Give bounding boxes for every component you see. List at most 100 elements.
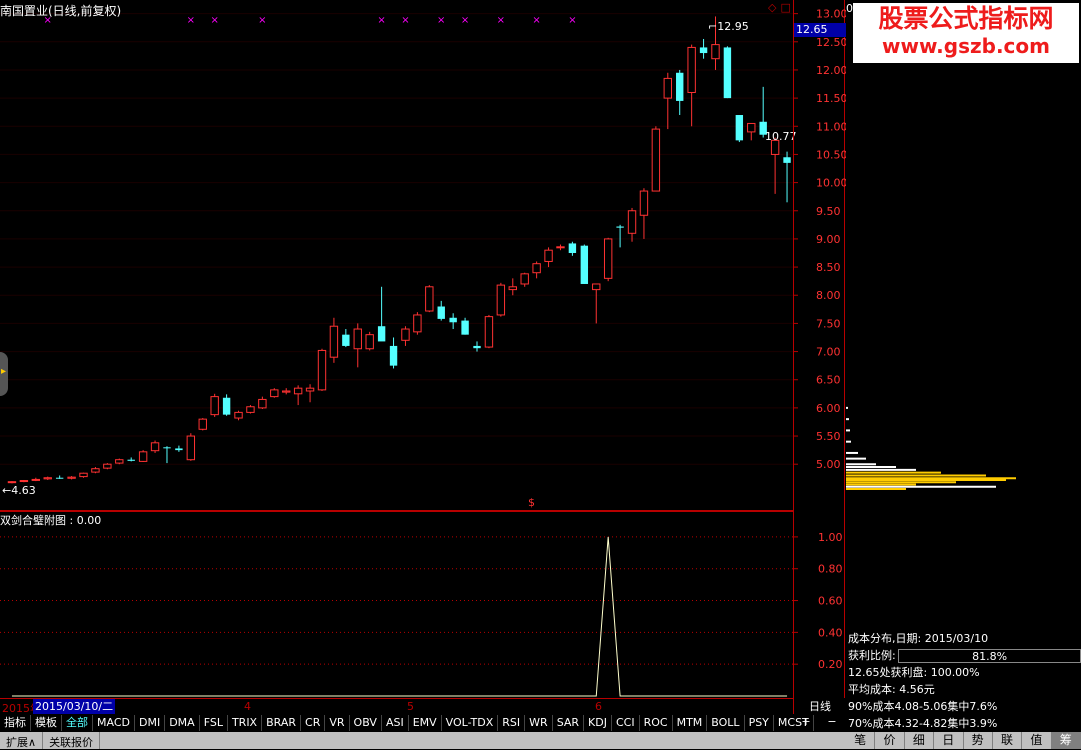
candle-5 — [67, 476, 76, 480]
right-price-annotation: 10.77 — [765, 130, 797, 143]
candle-7 — [91, 467, 100, 474]
cost-panel-tab-7[interactable]: 筹 — [1051, 732, 1081, 749]
related-quote-button[interactable]: 关联报价 — [43, 732, 101, 749]
candle-body-2 — [31, 478, 41, 481]
candle-body-15 — [186, 435, 196, 461]
indicator-tab-15[interactable]: RSI — [498, 715, 526, 731]
candle-body-44 — [532, 263, 541, 274]
candle-48 — [580, 244, 589, 284]
candle-body-31 — [377, 326, 386, 342]
candle-32 — [389, 337, 398, 369]
candle-body-51 — [616, 226, 624, 228]
price-axis-label-11: 7.50 — [816, 317, 841, 330]
indicator-tab-7[interactable]: TRIX — [228, 715, 263, 731]
candle-body-33 — [401, 328, 410, 341]
signal-x-marker-6: × — [437, 15, 445, 26]
indicator-tab-5[interactable]: DMA — [165, 715, 200, 731]
candle-body-36 — [437, 306, 445, 319]
period-label[interactable]: 日线 — [809, 700, 831, 713]
candle-body-17 — [210, 396, 219, 416]
indicator-tab-21[interactable]: MTM — [673, 715, 708, 731]
indicator-tab-0[interactable]: 指标 — [0, 715, 31, 731]
indicator-tab-16[interactable]: WR — [525, 715, 553, 731]
candles — [7, 16, 791, 484]
candle-body-19 — [234, 411, 243, 419]
indicator-tab-23[interactable]: PSY — [745, 715, 774, 731]
price-axis-label-1: 12.50 — [816, 36, 846, 49]
candle-body-46 — [556, 246, 565, 249]
indicator-tab-20[interactable]: ROC — [640, 715, 673, 731]
indicator-tab-1[interactable]: 模板 — [31, 715, 62, 731]
cost-distribution-panel[interactable] — [846, 0, 1081, 511]
indicator-tab-2[interactable]: 全部 — [62, 715, 93, 731]
indicator-title: 双剑合璧附图 : 0.00 — [0, 514, 102, 527]
cost-panel-tab-0[interactable]: 笔 — [846, 732, 876, 749]
candle-36 — [437, 300, 445, 321]
indicator-tab-11[interactable]: OBV — [350, 715, 382, 731]
indicator-tab-17[interactable]: SAR — [553, 715, 585, 731]
left-scroll-handle[interactable]: ▸ — [0, 352, 8, 396]
candle-body-28 — [342, 334, 350, 346]
main-chart[interactable]: × × × × × × × × × × × — [0, 0, 793, 511]
cost-panel-tab-1[interactable]: 价 — [875, 732, 905, 749]
price-axis-label-5: 10.50 — [816, 148, 846, 161]
price-axis-label-10: 8.00 — [816, 289, 841, 302]
candle-body-1 — [19, 480, 29, 483]
candle-22 — [270, 388, 279, 398]
low-marker-icon: ← — [2, 484, 12, 497]
low-price-annotation: ←4.63 — [2, 484, 36, 497]
indicator-tab-18[interactable]: KDJ — [584, 715, 612, 731]
cost-panel-tab-3[interactable]: 日 — [934, 732, 964, 749]
diamond-icon[interactable]: ◇ — [768, 1, 776, 14]
candle-body-59 — [711, 44, 720, 60]
cost-panel-tab-2[interactable]: 细 — [905, 732, 935, 749]
expand-button[interactable]: 扩展∧ — [0, 732, 44, 749]
zoom-out-button[interactable]: − — [827, 715, 836, 731]
candle-15 — [186, 433, 196, 461]
indicator-tab-19[interactable]: CCI — [612, 715, 640, 731]
square-icon[interactable]: □ — [780, 1, 790, 14]
indicator-tab-14[interactable]: VOL-TDX — [442, 715, 499, 731]
candle-body-38 — [461, 320, 469, 335]
indicator-tab-10[interactable]: VR — [325, 715, 350, 731]
indicator-tab-13[interactable]: EMV — [409, 715, 442, 731]
candle-53 — [639, 188, 649, 239]
cost-70-range: 70%成本4.32-4.82集中3.9% — [848, 717, 998, 730]
candle-body-58 — [699, 47, 708, 54]
candle-body-53 — [639, 190, 649, 216]
candle-body-32 — [389, 345, 398, 366]
indicator-axis-label-2: 0.60 — [818, 595, 843, 608]
zoom-in-button[interactable]: + — [801, 715, 810, 731]
indicator-tab-22[interactable]: BOLL — [707, 715, 745, 731]
indicator-axis-label-4: 0.20 — [818, 658, 843, 671]
cost-panel-tab-4[interactable]: 势 — [964, 732, 993, 749]
indicator-tab-3[interactable]: MACD — [93, 715, 135, 731]
price-axis: 13.00 12.50 12.00 11.50 11.00 10.50 10.00 9.50 9… — [793, 0, 846, 511]
indicator-tab-6[interactable]: FSL — [200, 715, 228, 731]
indicator-tab-4[interactable]: DMI — [135, 715, 166, 731]
signal-dollar-marker: $ — [528, 496, 535, 509]
candle-4 — [55, 475, 64, 479]
price-axis-label-16: 5.00 — [816, 458, 841, 471]
price-axis-label-15: 5.50 — [816, 430, 841, 443]
indicator-tab-9[interactable]: CR — [301, 715, 326, 731]
indicator-pane[interactable] — [0, 511, 793, 698]
window-diamond-icons[interactable]: ◇ □ — [768, 1, 791, 14]
indicator-axis-label-1: 0.80 — [818, 563, 843, 576]
indicator-axis-label-0: 1.00 — [818, 531, 843, 544]
zoom-controls: + − — [793, 715, 845, 731]
candle-body-10 — [127, 459, 135, 461]
candle-14 — [175, 445, 183, 452]
candle-9 — [115, 458, 124, 465]
date-axis-bar: 2015年 2015/03/10/二 4 5 6 — [0, 698, 793, 715]
candle-body-7 — [91, 468, 100, 473]
indicator-tab-12[interactable]: ASI — [382, 715, 409, 731]
indicator-line — [11, 536, 788, 697]
candle-body-40 — [484, 316, 494, 348]
signal-x-marker-8: × — [497, 15, 505, 26]
indicator-tab-8[interactable]: BRAR — [262, 715, 302, 731]
cost-panel-tab-6[interactable]: 值 — [1022, 732, 1052, 749]
candle-body-62 — [747, 122, 756, 133]
cost-panel-tab-5[interactable]: 联 — [993, 732, 1023, 749]
candle-19 — [234, 410, 243, 421]
